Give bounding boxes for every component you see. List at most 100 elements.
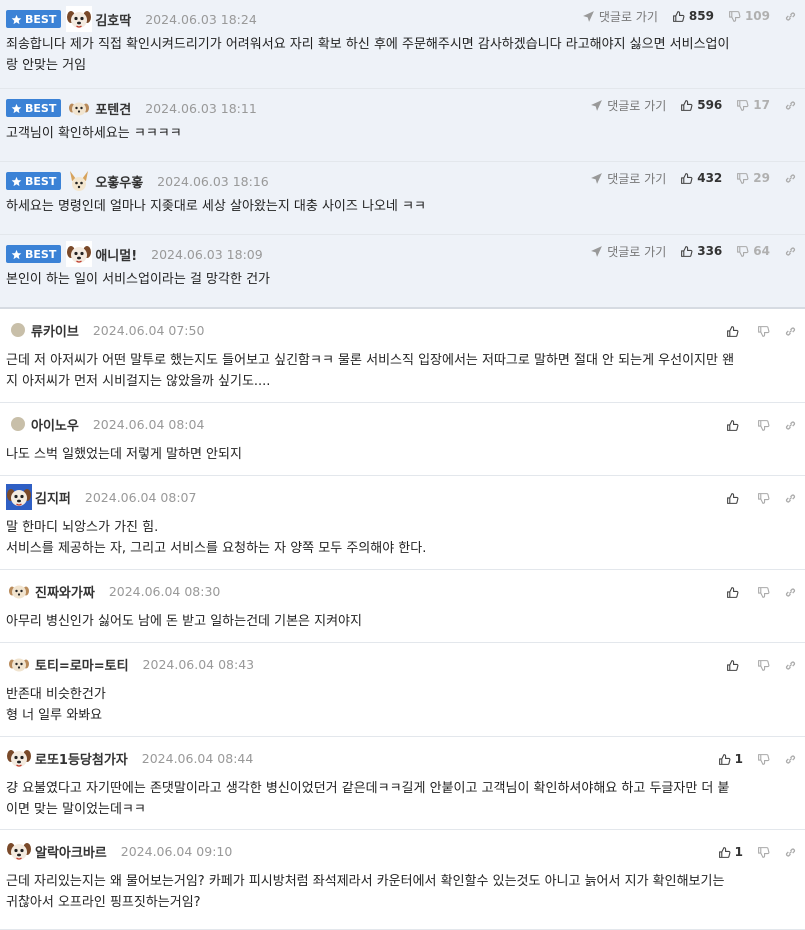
upvote-button[interactable] xyxy=(726,586,743,599)
best-badge: BEST xyxy=(6,99,62,117)
goto-comment-link[interactable]: 댓글로 가기 xyxy=(590,170,666,187)
goto-comment-link[interactable]: 댓글로 가기 xyxy=(582,8,658,25)
nickname[interactable]: 진짜와가짜 xyxy=(35,582,95,601)
share-link-button[interactable] xyxy=(784,172,797,185)
upvote-button[interactable] xyxy=(726,492,743,505)
link-icon xyxy=(785,420,796,430)
link-icon xyxy=(785,493,796,503)
upvote-count: 1 xyxy=(734,752,743,766)
nickname[interactable]: 김지퍼 xyxy=(35,488,71,507)
send-icon xyxy=(582,10,594,22)
thumbs-down-icon xyxy=(758,419,770,431)
comment: 류카이브 2024.06.04 07:50 근데 저 아저씨가 어떤 말투로 했… xyxy=(0,309,805,403)
comment-text-line: 죄송합니다 제가 직접 확인시켜드리기가 어려워서요 자리 확보 하신 후에 주… xyxy=(6,37,730,52)
comment-actions: 1 xyxy=(718,749,797,769)
upvote-button[interactable] xyxy=(726,325,743,338)
share-link-button[interactable] xyxy=(784,492,797,505)
share-link-button[interactable] xyxy=(784,846,797,859)
share-link-button[interactable] xyxy=(784,325,797,338)
share-link-button[interactable] xyxy=(784,245,797,258)
nickname[interactable]: 아이노우 xyxy=(31,415,79,434)
share-link-button[interactable] xyxy=(784,659,797,672)
upvote-button[interactable]: 859 xyxy=(672,9,714,23)
downvote-button[interactable] xyxy=(757,325,770,338)
share-link-button[interactable] xyxy=(784,586,797,599)
upvote-button[interactable] xyxy=(726,419,743,432)
nickname[interactable]: 류카이브 xyxy=(31,321,79,340)
thumbs-down-icon xyxy=(729,10,741,22)
goto-comment-link[interactable]: 댓글로 가기 xyxy=(590,243,666,260)
comment-text: 본인이 하는 일이 서비스업이라는 걸 망각한 건가 xyxy=(6,269,797,290)
dog-avatar xyxy=(66,6,93,32)
dot-avatar xyxy=(11,417,25,431)
comment-actions: 댓글로 가기 596 17 xyxy=(590,95,797,115)
downvote-count: 29 xyxy=(753,171,770,185)
nickname[interactable]: 알락아크바르 xyxy=(35,842,107,861)
comment-meta: 진짜와가짜 2024.06.04 08:30 xyxy=(6,580,220,602)
share-link-button[interactable] xyxy=(784,99,797,112)
downvote-button[interactable] xyxy=(757,753,770,766)
comment-text-line: 본인이 하는 일이 서비스업이라는 걸 망각한 건가 xyxy=(6,272,270,287)
nickname[interactable]: 오홓우홓 xyxy=(95,172,143,191)
best-badge-label: BEST xyxy=(25,101,57,115)
comment-text: 아무리 병신인가 싫어도 남에 돈 받고 일하는건데 기본은 지켜야지 xyxy=(6,611,797,632)
goto-comment-label: 댓글로 가기 xyxy=(607,171,667,186)
comment-actions xyxy=(726,321,797,341)
comment-meta: 김지퍼 2024.06.04 08:07 xyxy=(6,484,196,510)
upvote-button[interactable] xyxy=(726,659,743,672)
comment-meta: 로또1등당첨가자 2024.06.04 08:44 xyxy=(6,745,253,771)
best-badge: BEST xyxy=(6,245,62,263)
downvote-button[interactable] xyxy=(757,492,770,505)
comment-text-line: 아무리 병신인가 싫어도 남에 돈 받고 일하는건데 기본은 지켜야지 xyxy=(6,614,362,629)
comment-date: 2024.06.03 18:11 xyxy=(145,100,257,116)
comment-text-line: 고객님이 확인하세요는 ㅋㅋㅋㅋ xyxy=(6,126,182,141)
small-dog-avatar xyxy=(69,102,90,116)
best-badge-label: BEST xyxy=(25,247,57,261)
comment-meta: BEST 김호딱 2024.06.03 18:24 xyxy=(6,6,257,32)
upvote-button[interactable]: 596 xyxy=(680,98,722,112)
nickname[interactable]: 로또1등당첨가자 xyxy=(35,749,128,768)
link-icon xyxy=(785,11,796,21)
nickname[interactable]: 토티=로마=토티 xyxy=(35,655,129,674)
thumbs-up-icon xyxy=(718,846,731,858)
upvote-button[interactable]: 336 xyxy=(680,244,722,258)
comment-meta: 류카이브 2024.06.04 07:50 xyxy=(6,319,204,341)
comment-date: 2024.06.04 09:10 xyxy=(120,843,233,859)
upvote-count: 596 xyxy=(697,98,723,112)
comment-text-line: 하세요는 명령인데 얼마나 지좆대로 세상 살아왔는지 대충 사이즈 나오네 ㅋ… xyxy=(6,199,426,214)
comment-text-line: 랑 안맞는 거임 xyxy=(6,58,87,73)
goto-comment-link[interactable]: 댓글로 가기 xyxy=(590,97,666,114)
comment: 알락아크바르 2024.06.04 09:10 1 근데 자리있는지는 왜 물어… xyxy=(0,830,805,930)
comment-text-line: 귀찮아서 오프라인 핑프짓하는거임? xyxy=(6,895,201,910)
downvote-button[interactable] xyxy=(757,659,770,672)
downvote-button[interactable] xyxy=(757,586,770,599)
comment-text: 근데 자리있는지는 왜 물어보는거임? 카페가 피시방처럼 좌석제라서 카운터에… xyxy=(6,871,797,913)
star-icon xyxy=(11,249,22,259)
best-comment: BEST 오홓우홓 2024.06.03 18:16 댓글로 가기 432 29 xyxy=(0,162,805,235)
share-link-button[interactable] xyxy=(784,10,797,23)
comment-date: 2024.06.04 08:04 xyxy=(92,416,205,432)
upvote-button[interactable]: 1 xyxy=(718,752,743,766)
comment-actions xyxy=(726,488,797,508)
downvote-button[interactable] xyxy=(757,419,770,432)
downvote-button[interactable]: 17 xyxy=(736,98,770,112)
upvote-button[interactable]: 1 xyxy=(718,845,743,859)
downvote-button[interactable]: 29 xyxy=(736,171,770,185)
share-link-button[interactable] xyxy=(784,753,797,766)
nickname[interactable]: 애니멀! xyxy=(95,245,137,264)
comment-date: 2024.06.03 18:24 xyxy=(145,11,257,27)
nickname[interactable]: 김호딱 xyxy=(95,10,131,29)
thumbs-down-icon xyxy=(758,753,770,765)
thumbs-up-icon xyxy=(727,659,739,671)
comment-text-line: 말 한마디 뇌앙스가 가진 힘. xyxy=(6,520,159,535)
link-icon xyxy=(785,660,796,670)
downvote-button[interactable] xyxy=(757,846,770,859)
comment-text-line: 형 너 일루 와봐요 xyxy=(6,708,103,723)
thumbs-up-icon xyxy=(727,492,739,504)
share-link-button[interactable] xyxy=(784,419,797,432)
downvote-button[interactable]: 64 xyxy=(736,244,770,258)
upvote-button[interactable]: 432 xyxy=(680,171,722,185)
upvote-count: 432 xyxy=(697,171,723,185)
downvote-button[interactable]: 109 xyxy=(728,9,770,23)
nickname[interactable]: 포텐견 xyxy=(95,99,131,118)
